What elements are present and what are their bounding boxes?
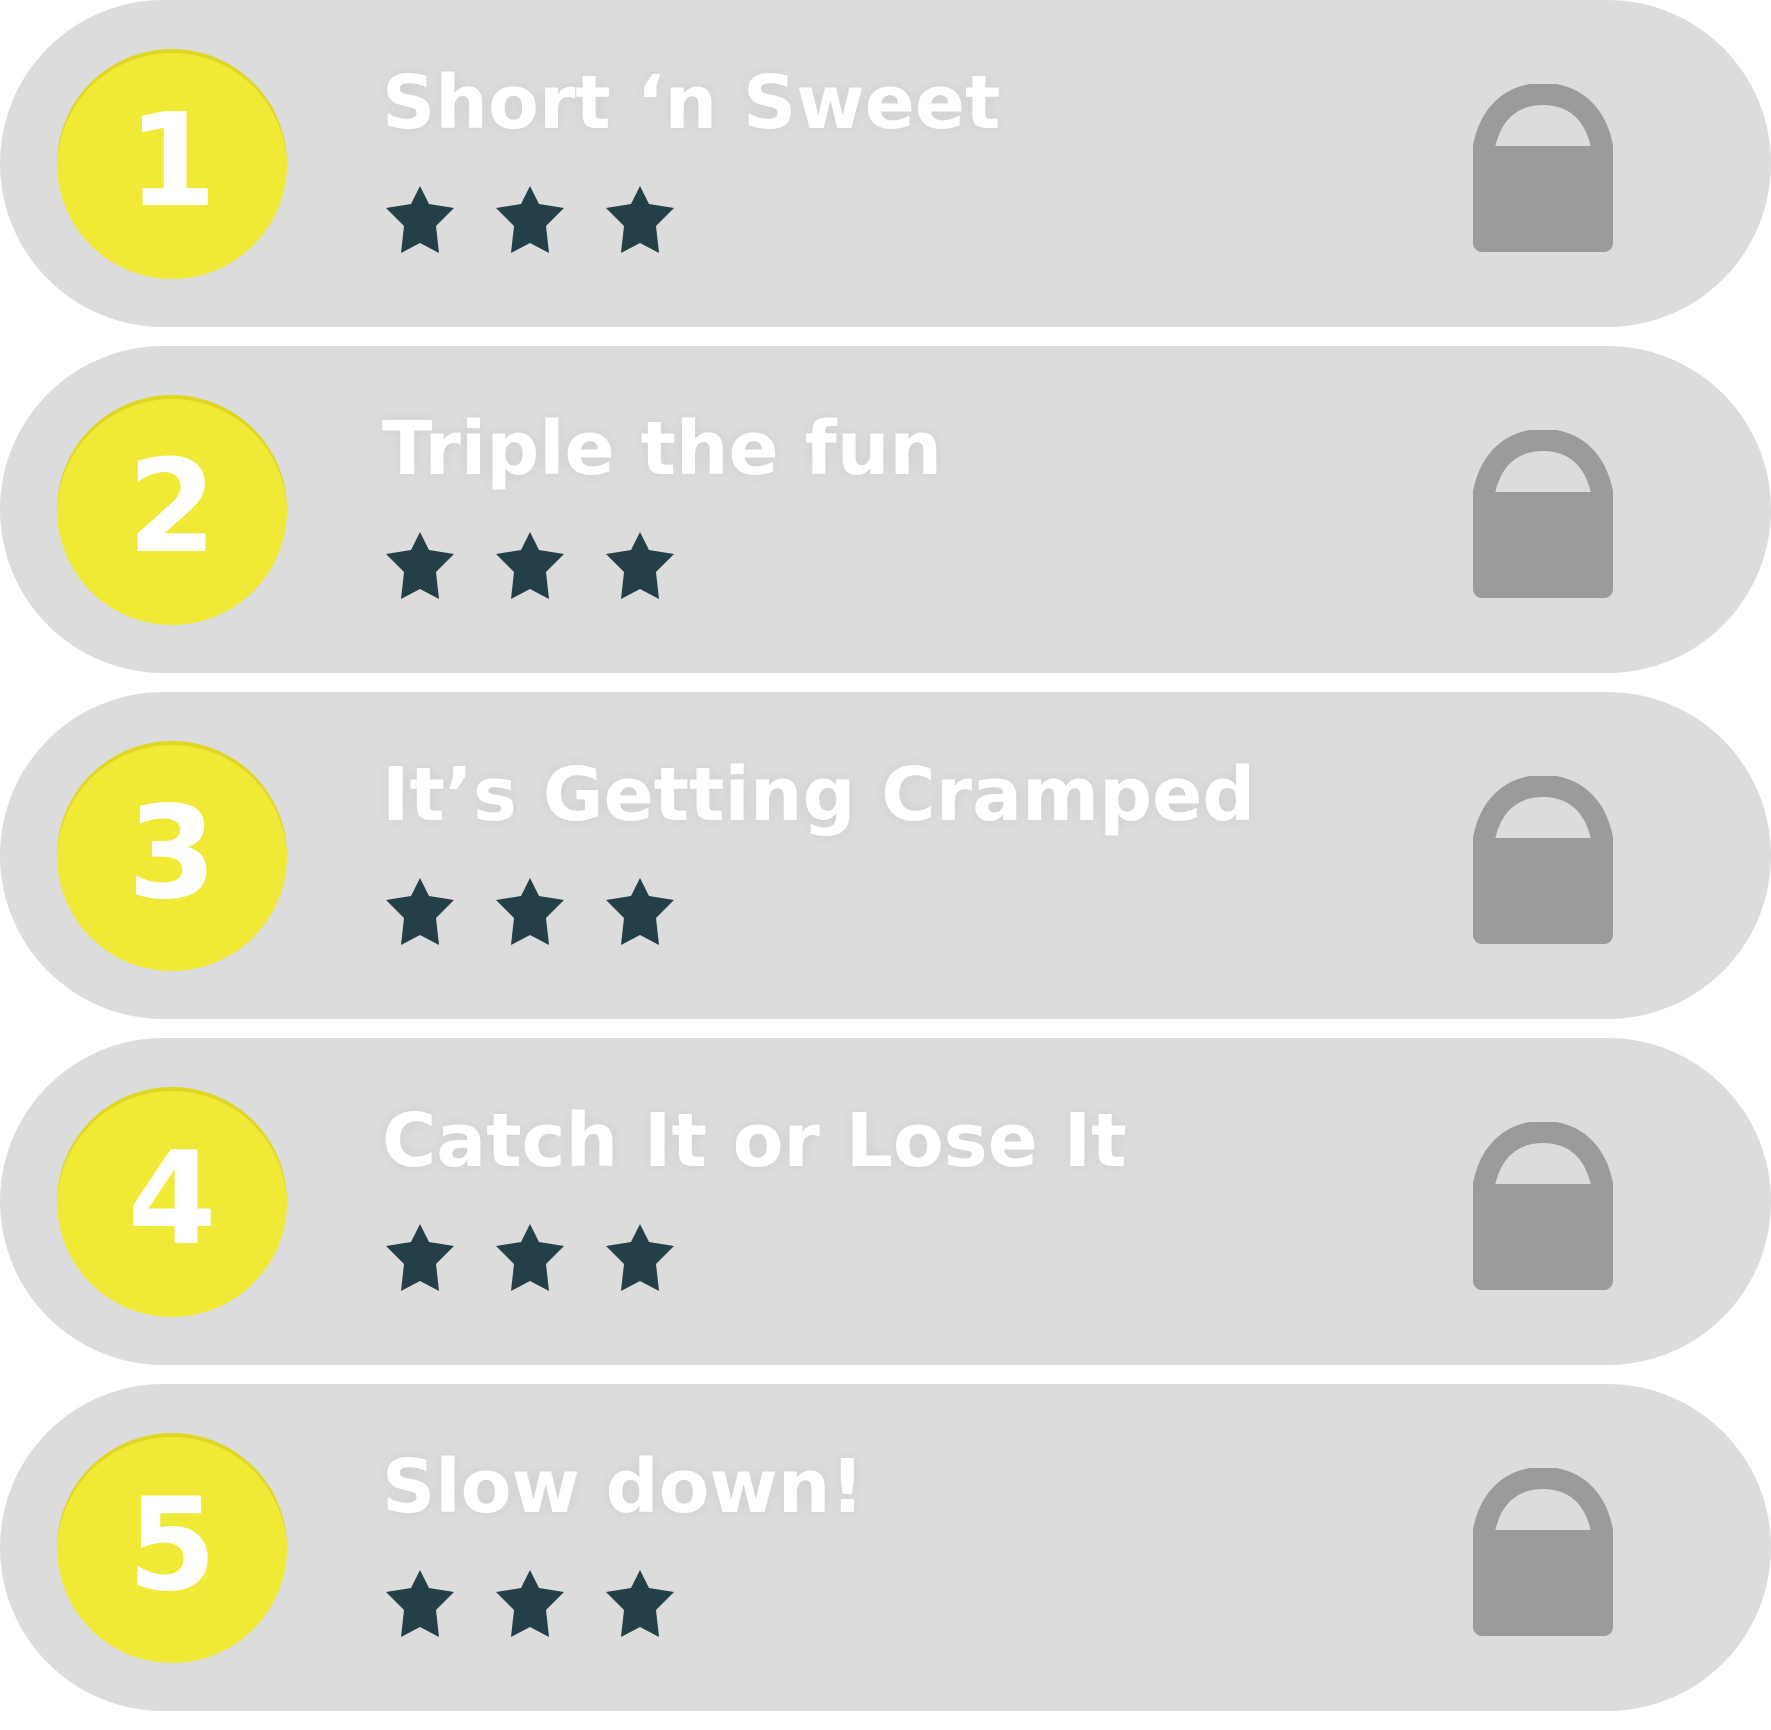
level-number: 5	[127, 1470, 217, 1620]
star-icon	[382, 182, 458, 258]
level-title: Catch It or Lose It	[382, 1098, 1127, 1184]
star-icon	[382, 1220, 458, 1296]
level-number: 1	[127, 86, 217, 236]
star-icon	[492, 874, 568, 950]
lock-icon	[1473, 1121, 1613, 1292]
star-icon	[602, 874, 678, 950]
star-rating	[382, 1220, 678, 1300]
star-icon	[382, 1566, 458, 1642]
level-title: Slow down!	[382, 1444, 865, 1530]
star-icon	[602, 182, 678, 258]
star-icon	[492, 528, 568, 604]
level-list: 1 Short ‘n Sweet 2 Triple the fun 3 It’s…	[0, 0, 1771, 1730]
star-icon	[382, 528, 458, 604]
lock-icon	[1473, 775, 1613, 946]
star-icon	[492, 1220, 568, 1296]
level-number: 3	[127, 778, 217, 928]
lock-icon	[1473, 429, 1613, 600]
level-row-2[interactable]: 2 Triple the fun	[0, 346, 1771, 673]
star-icon	[602, 1220, 678, 1296]
star-icon	[492, 1566, 568, 1642]
star-rating	[382, 182, 678, 262]
star-icon	[602, 528, 678, 604]
level-number-badge: 1	[57, 48, 287, 279]
star-icon	[382, 874, 458, 950]
star-rating	[382, 1566, 678, 1646]
level-row-5[interactable]: 5 Slow down!	[0, 1384, 1771, 1711]
lock-icon	[1473, 83, 1613, 254]
star-icon	[602, 1566, 678, 1642]
level-title: It’s Getting Cramped	[382, 752, 1256, 838]
level-title: Triple the fun	[382, 406, 943, 492]
lock-icon	[1473, 1467, 1613, 1638]
star-rating	[382, 528, 678, 608]
level-number: 2	[127, 432, 217, 582]
level-number: 4	[127, 1124, 217, 1274]
level-number-badge: 2	[57, 394, 287, 625]
level-number-badge: 5	[57, 1432, 287, 1663]
level-row-3[interactable]: 3 It’s Getting Cramped	[0, 692, 1771, 1019]
star-rating	[382, 874, 678, 954]
level-number-badge: 4	[57, 1086, 287, 1317]
level-row-1[interactable]: 1 Short ‘n Sweet	[0, 0, 1771, 327]
level-title: Short ‘n Sweet	[382, 60, 1001, 146]
star-icon	[492, 182, 568, 258]
level-number-badge: 3	[57, 740, 287, 971]
level-row-4[interactable]: 4 Catch It or Lose It	[0, 1038, 1771, 1365]
